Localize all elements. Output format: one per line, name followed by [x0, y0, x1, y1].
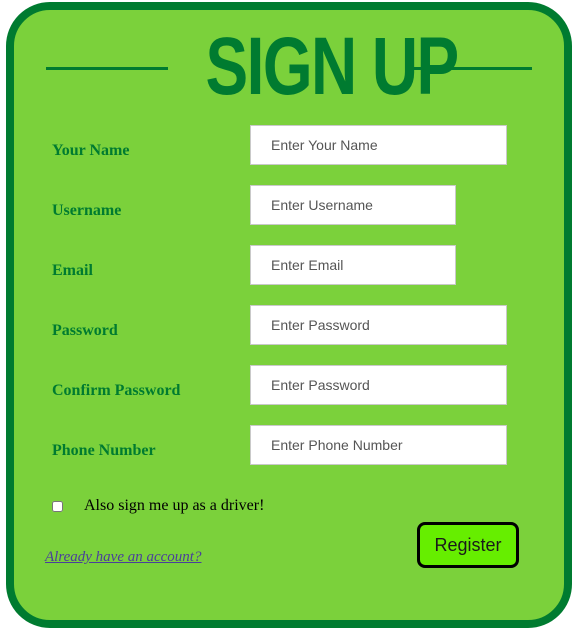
your-name-label: Your Name [52, 142, 130, 159]
signup-card: SIGN UP Your Name Username Email Passwor… [6, 2, 572, 628]
register-button[interactable]: Register [417, 522, 519, 568]
page-title: SIGN UP [205, 21, 460, 112]
email-label: Email [52, 262, 93, 279]
login-link[interactable]: Already have an account? [45, 549, 201, 566]
driver-checkbox-label: Also sign me up as a driver! [84, 497, 265, 514]
password-input[interactable] [250, 305, 507, 345]
confirm-password-input[interactable] [250, 365, 507, 405]
title-divider-left [46, 67, 168, 70]
username-input[interactable] [250, 185, 456, 225]
phone-number-label: Phone Number [52, 442, 156, 459]
signup-header: SIGN UP [14, 26, 564, 108]
title-divider-right [410, 67, 532, 70]
password-label: Password [52, 322, 118, 339]
driver-checkbox[interactable] [52, 501, 63, 512]
phone-number-input[interactable] [250, 425, 507, 465]
your-name-input[interactable] [250, 125, 507, 165]
username-label: Username [52, 202, 122, 219]
email-input[interactable] [250, 245, 456, 285]
confirm-password-label: Confirm Password [52, 382, 181, 399]
